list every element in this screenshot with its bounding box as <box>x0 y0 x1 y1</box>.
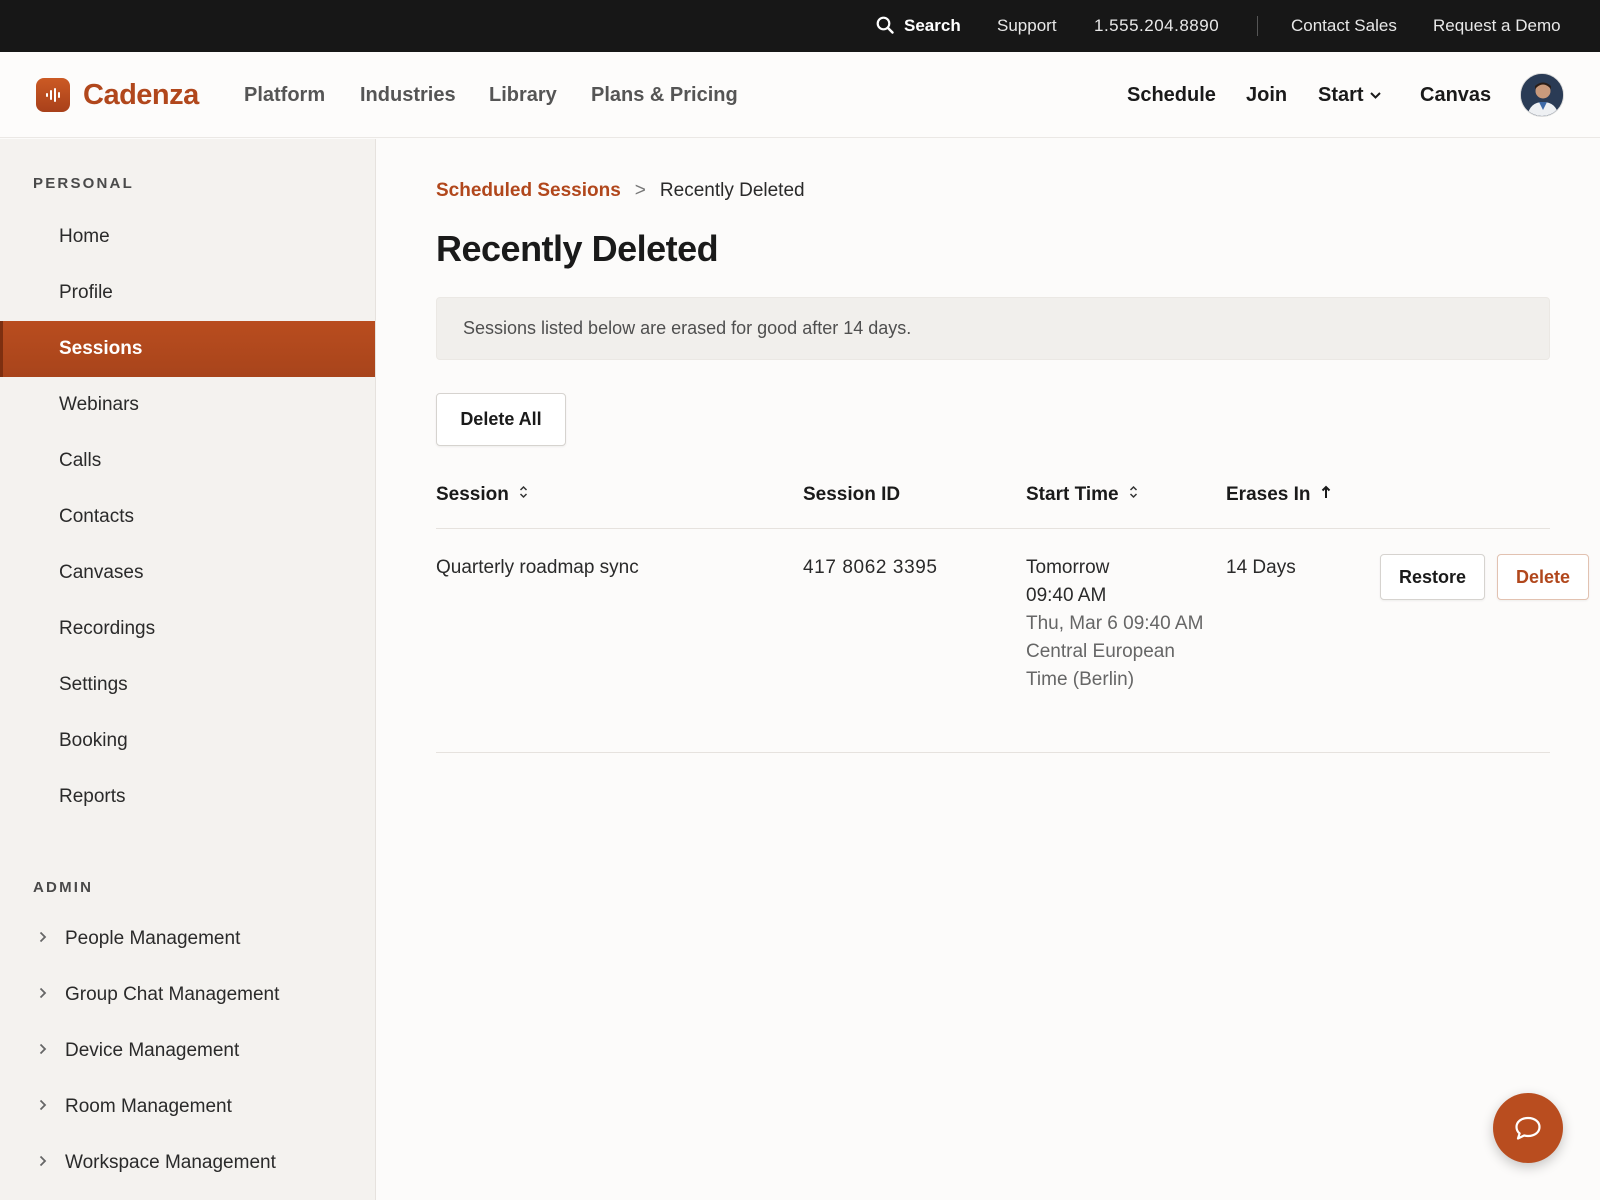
delete-all-button[interactable]: Delete All <box>436 393 566 446</box>
main-header: Cadenza Platform Industries Library Plan… <box>0 52 1600 138</box>
sort-icon <box>519 485 527 499</box>
start-time: 09:40 AM <box>1026 585 1107 606</box>
sidebar-item-profile[interactable]: Profile <box>0 265 375 321</box>
topbar-divider <box>1257 16 1258 36</box>
sidebar-heading-admin: ADMIN <box>33 879 94 896</box>
nav-industries[interactable]: Industries <box>360 52 456 138</box>
table-header-divider <box>436 528 1550 529</box>
delete-button[interactable]: Delete <box>1497 554 1589 600</box>
column-header-label: Session <box>436 484 509 505</box>
start-label: Start <box>1318 84 1364 106</box>
canvas-link[interactable]: Canvas <box>1420 52 1491 138</box>
column-header-session-id: Session ID <box>803 484 901 505</box>
restore-button[interactable]: Restore <box>1380 554 1485 600</box>
logo-icon <box>36 78 70 112</box>
sidebar-item-label: Device Management <box>65 1040 240 1061</box>
arrow-up-icon <box>1321 485 1330 498</box>
sidebar-item-calls[interactable]: Calls <box>0 433 375 489</box>
column-header-session[interactable]: Session <box>436 484 528 506</box>
table-row-divider <box>436 752 1550 753</box>
search-label: Search <box>904 16 961 35</box>
retention-notice: Sessions listed below are erased for goo… <box>436 297 1550 360</box>
utility-bar: Search Support 1.555.204.8890 Contact Sa… <box>0 0 1600 52</box>
session-name: Quarterly roadmap sync <box>436 557 639 578</box>
join-link[interactable]: Join <box>1246 52 1287 138</box>
avatar[interactable] <box>1520 73 1564 117</box>
start-time-cell: Tomorrow 09:40 AM Thu, Mar 6 09:40 AM Ce… <box>1026 554 1206 694</box>
chevron-right-icon <box>39 1135 65 1191</box>
column-header-start-time[interactable]: Start Time <box>1026 484 1138 506</box>
sidebar-item-home[interactable]: Home <box>0 209 375 265</box>
sidebar-item-recordings[interactable]: Recordings <box>0 601 375 657</box>
nav-platform[interactable]: Platform <box>244 52 325 138</box>
sidebar-item-sessions[interactable]: Sessions <box>0 321 375 377</box>
chevron-down-icon <box>1369 92 1381 99</box>
column-header-erases-in[interactable]: Erases In <box>1226 484 1331 506</box>
erases-in: 14 Days <box>1226 557 1296 578</box>
breadcrumb-separator: > <box>634 180 646 201</box>
start-dropdown[interactable]: Start <box>1318 52 1381 138</box>
column-header-label: Erases In <box>1226 484 1311 505</box>
sidebar-item-contacts[interactable]: Contacts <box>0 489 375 545</box>
session-id: 417 8062 3395 <box>803 557 938 578</box>
support-link[interactable]: Support <box>997 0 1057 52</box>
contact-sales-link[interactable]: Contact Sales <box>1291 0 1397 52</box>
column-header-label: Start Time <box>1026 484 1119 505</box>
sidebar-item-group-chat-management[interactable]: Group Chat Management <box>0 967 375 1023</box>
sidebar: PERSONAL Home Profile Sessions Webinars … <box>0 139 376 1200</box>
brand-name: Cadenza <box>83 78 199 111</box>
phone-number[interactable]: 1.555.204.8890 <box>1094 0 1219 52</box>
start-day: Tomorrow <box>1026 557 1110 578</box>
sidebar-item-webinars[interactable]: Webinars <box>0 377 375 433</box>
sort-icon <box>1129 485 1137 499</box>
sidebar-heading-personal: PERSONAL <box>33 175 134 192</box>
sidebar-item-device-management[interactable]: Device Management <box>0 1023 375 1079</box>
nav-library[interactable]: Library <box>489 52 557 138</box>
sidebar-item-label: Room Management <box>65 1096 232 1117</box>
sidebar-item-workspace-management[interactable]: Workspace Management <box>0 1135 375 1191</box>
start-timezone: Central European Time (Berlin) <box>1026 641 1175 690</box>
search-icon <box>876 16 894 34</box>
chevron-right-icon <box>39 1023 65 1079</box>
sidebar-item-canvases[interactable]: Canvases <box>0 545 375 601</box>
nav-plans-pricing[interactable]: Plans & Pricing <box>591 52 738 138</box>
sidebar-item-reports[interactable]: Reports <box>0 769 375 825</box>
sidebar-item-room-management[interactable]: Room Management <box>0 1079 375 1135</box>
page-title: Recently Deleted <box>436 228 719 269</box>
sidebar-item-people-management[interactable]: People Management <box>0 911 375 967</box>
sidebar-item-label: People Management <box>65 928 241 949</box>
sidebar-item-booking[interactable]: Booking <box>0 713 375 769</box>
breadcrumb-scheduled-sessions[interactable]: Scheduled Sessions <box>436 180 621 201</box>
chat-bubble-icon <box>1515 1116 1541 1140</box>
chat-button[interactable] <box>1493 1093 1563 1163</box>
chevron-right-icon <box>39 1079 65 1135</box>
start-date: Thu, Mar 6 09:40 AM <box>1026 613 1204 634</box>
schedule-link[interactable]: Schedule <box>1127 52 1216 138</box>
sidebar-item-settings[interactable]: Settings <box>0 657 375 713</box>
search-link[interactable]: Search <box>876 0 961 52</box>
breadcrumb: Scheduled Sessions > Recently Deleted <box>436 180 805 202</box>
sidebar-item-label: Group Chat Management <box>65 984 280 1005</box>
breadcrumb-current: Recently Deleted <box>659 180 805 201</box>
request-demo-link[interactable]: Request a Demo <box>1433 0 1561 52</box>
chevron-right-icon <box>39 911 65 967</box>
brand-logo[interactable]: Cadenza <box>36 78 199 112</box>
sidebar-item-label: Workspace Management <box>65 1152 276 1173</box>
chevron-right-icon <box>39 967 65 1023</box>
